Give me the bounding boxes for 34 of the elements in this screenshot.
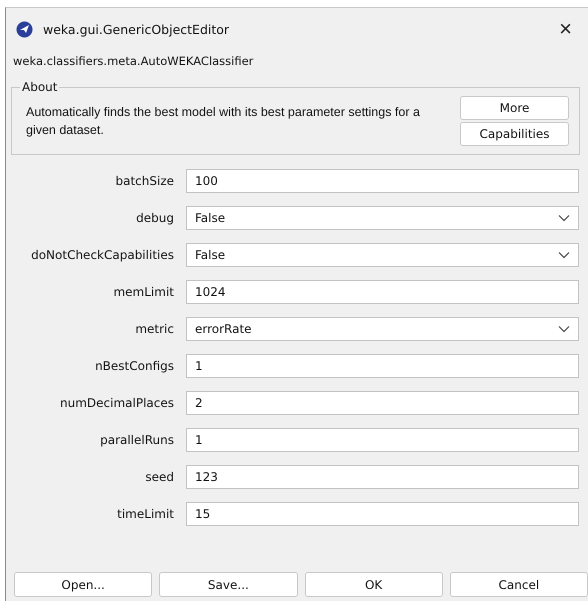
property-label: nBestConfigs — [94, 359, 174, 373]
dialog-button[interactable]: Open... — [14, 572, 152, 597]
class-name: weka.classifiers.meta.AutoWEKAClassifier — [12, 53, 254, 70]
dropdown[interactable]: False — [186, 206, 579, 230]
property-label: doNotCheckCapabilities — [30, 248, 174, 262]
chevron-down-icon — [558, 325, 570, 333]
about-text: Automatically finds the best model with its best parameter settings for a given dataset. — [26, 104, 421, 139]
property-label: metric — [134, 322, 174, 336]
group-title: About — [21, 80, 58, 94]
property-label: debug — [135, 211, 174, 225]
window-title: weka.gui.GenericObjectEditor — [43, 22, 230, 36]
input-field[interactable]: 1 — [186, 428, 579, 452]
input-field[interactable]: 15 — [186, 502, 579, 526]
property-label: memLimit — [112, 285, 174, 299]
dialog-button[interactable]: Save... — [159, 572, 298, 597]
property-label: numDecimalPlaces — [59, 396, 174, 410]
input-field[interactable]: 1024 — [186, 280, 579, 304]
chevron-down-icon — [558, 214, 570, 222]
dialog-button[interactable]: OK — [304, 572, 443, 597]
close-button[interactable]: × — [553, 18, 578, 40]
input-field[interactable]: 123 — [186, 465, 579, 489]
property-label: batchSize — [114, 174, 174, 188]
input-field[interactable]: 1 — [186, 354, 579, 378]
input-field[interactable]: 100 — [186, 169, 579, 193]
input-field[interactable]: 2 — [186, 391, 579, 415]
dropdown[interactable]: False — [186, 243, 579, 267]
capabilities-button[interactable]: Capabilities — [460, 122, 569, 146]
property-label: parallelRuns — [99, 433, 174, 447]
more-button[interactable]: More — [460, 96, 569, 120]
chevron-down-icon — [558, 251, 570, 259]
property-label: timeLimit — [116, 507, 174, 521]
dropdown[interactable]: errorRate — [186, 317, 579, 341]
dialog-button[interactable]: Cancel — [450, 572, 588, 597]
property-label: seed — [144, 470, 174, 484]
